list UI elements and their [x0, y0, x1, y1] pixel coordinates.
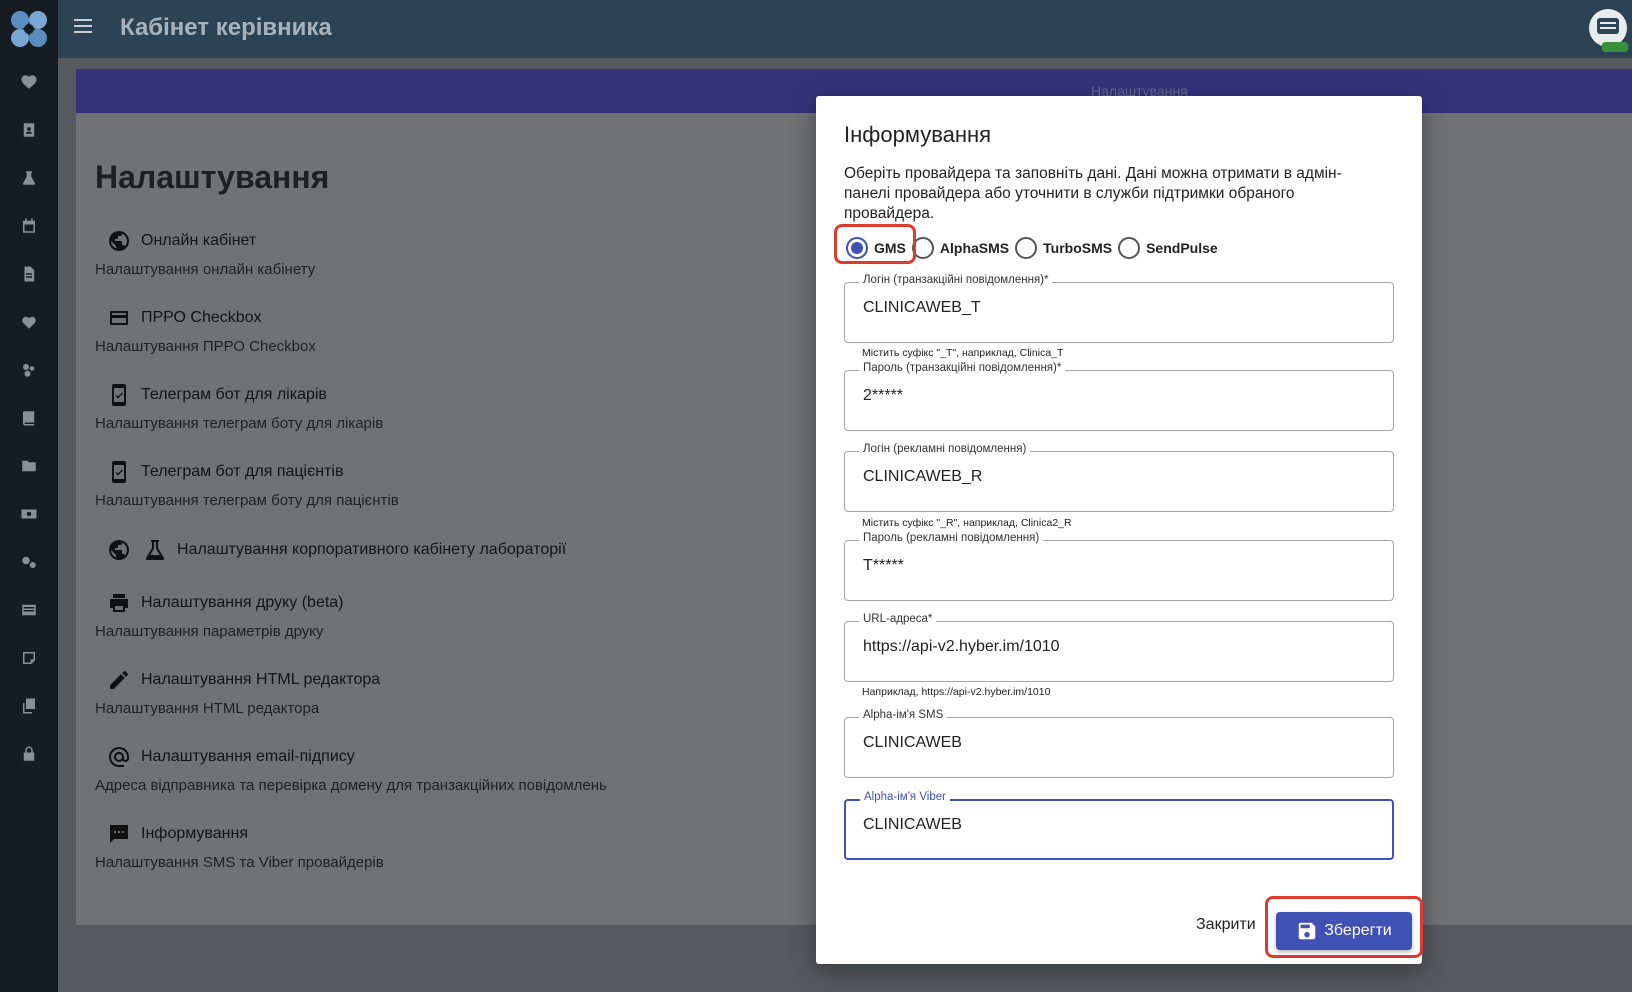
setting-print[interactable]: Налаштування друку (beta) Налаштування п…	[95, 589, 344, 640]
provider-radio-alphasms[interactable]: AlphaSMS	[911, 237, 1010, 259]
radio-label: SendPulse	[1146, 240, 1218, 256]
flask-icon[interactable]	[19, 168, 39, 188]
note-icon[interactable]	[19, 648, 39, 668]
url-field: URL-адреса*	[844, 613, 1394, 682]
setting-title: Налаштування корпоративного кабінету лаб…	[177, 541, 567, 558]
money-icon[interactable]	[19, 504, 39, 524]
folder-icon[interactable]	[19, 456, 39, 476]
setting-telegram-patients[interactable]: Телеграм бот для пацієнтів Налаштування …	[95, 458, 399, 509]
alpha-sms-field: Alpha-ім'я SMS	[844, 709, 1394, 778]
gears-icon[interactable]	[19, 552, 39, 572]
heart-icon[interactable]	[19, 72, 39, 92]
save-highlight-box	[1265, 896, 1423, 958]
provider-radio-sendpulse[interactable]: SendPulse	[1118, 237, 1218, 259]
setting-desc: Адреса відправника та перевірка домену д…	[95, 777, 607, 794]
login-advertising-field: Логін (рекламні повідомлення)	[844, 443, 1394, 512]
setting-title: Налаштування email-підпису	[141, 748, 355, 765]
setting-desc: Налаштування телеграм боту для лікарів	[95, 415, 384, 432]
radio-label: TurboSMS	[1043, 240, 1113, 256]
logo-icon[interactable]	[8, 8, 50, 50]
provider-radio-turbosms[interactable]: TurboSMS	[1015, 237, 1112, 259]
radio-label: AlphaSMS	[939, 240, 1010, 256]
dialog-title: Інформування	[844, 122, 992, 147]
calendar-icon[interactable]	[19, 216, 39, 236]
password-transactional-field: Пароль (транзакційні повідомлення)*	[844, 362, 1394, 431]
dialog-description: Оберіть провайдера та заповніть дані. Да…	[844, 165, 1342, 222]
field-label: Пароль (рекламні повідомлення)	[859, 532, 1044, 544]
field-help: Наприклад, https://api-v2.hyber.im/1010	[862, 686, 1051, 698]
setting-desc: Налаштування телеграм боту для пацієнтів	[95, 492, 399, 509]
flask-icon	[141, 536, 169, 564]
field-label: Пароль (транзакційні повідомлення)*	[859, 362, 1066, 374]
radio-unchecked-icon	[1015, 237, 1038, 259]
setting-desc: Налаштування HTML редактора	[95, 700, 320, 717]
close-button[interactable]: Закрити	[1196, 916, 1256, 934]
password-transactional-input[interactable]	[863, 387, 1373, 405]
setting-title: ПРРО Checkbox	[141, 309, 262, 326]
copy-icon[interactable]	[19, 696, 39, 716]
setting-title: Налаштування HTML редактора	[141, 671, 381, 688]
setting-title: Інформування	[141, 825, 248, 842]
setting-online-cabinet[interactable]: Онлайн кабінет Налаштування онлайн кабін…	[95, 227, 315, 278]
page-title: Налаштування	[95, 159, 330, 195]
password-advertising-input[interactable]	[863, 557, 1373, 575]
field-help: Містить суфікс "_T", наприклад, Clinica_…	[862, 347, 1064, 359]
field-label: Логін (транзакційні повідомлення)*	[859, 274, 1053, 286]
heart-pulse-icon[interactable]	[19, 312, 39, 332]
phone-check-icon	[105, 381, 133, 409]
molecules-icon[interactable]	[19, 360, 39, 380]
field-label: Alpha-ім'я Viber	[860, 791, 950, 803]
printer-icon	[105, 589, 133, 617]
field-label: URL-адреса*	[859, 613, 937, 625]
setting-html-editor[interactable]: Налаштування HTML редактора Налаштування…	[95, 666, 380, 717]
url-input[interactable]	[863, 638, 1373, 656]
list-icon[interactable]	[19, 600, 39, 620]
message-icon	[105, 820, 133, 848]
gms-highlight-box	[834, 224, 916, 264]
book-icon[interactable]	[19, 408, 39, 428]
globe-icon	[105, 227, 133, 255]
globe-icon	[105, 536, 133, 564]
setting-title: Телеграм бот для лікарів	[141, 386, 327, 403]
document-icon[interactable]	[19, 264, 39, 284]
contacts-icon[interactable]	[19, 120, 39, 140]
credit-card-icon	[105, 304, 133, 332]
setting-telegram-doctors[interactable]: Телеграм бот для лікарів Налаштування те…	[95, 381, 383, 432]
menu-icon[interactable]	[74, 19, 92, 37]
app-title: Кабінет керівника	[120, 14, 332, 41]
support-chat-icon[interactable]	[1588, 8, 1628, 52]
setting-desc: Налаштування ПРРО Checkbox	[95, 338, 316, 355]
setting-title: Онлайн кабінет	[141, 232, 257, 249]
top-bar: Кабінет керівника	[58, 0, 1632, 58]
radio-unchecked-icon	[1118, 237, 1141, 259]
alpha-viber-input[interactable]	[863, 816, 1373, 834]
setting-desc: Налаштування SMS та Viber провайдерів	[95, 854, 384, 871]
field-label: Логін (рекламні повідомлення)	[859, 443, 1031, 455]
password-advertising-field: Пароль (рекламні повідомлення)	[844, 532, 1394, 601]
login-transactional-input[interactable]	[863, 299, 1373, 317]
field-help: Містить суфікс "_R", наприклад, Clinica2…	[862, 517, 1072, 529]
notifications-dialog: Інформування Оберіть провайдера та запов…	[816, 96, 1423, 964]
setting-title: Налаштування друку (beta)	[141, 594, 344, 611]
setting-title: Телеграм бот для пацієнтів	[141, 463, 344, 480]
alpha-viber-field: Alpha-ім'я Viber	[844, 791, 1394, 860]
setting-notifications[interactable]: Інформування Налаштування SMS та Viber п…	[95, 820, 384, 871]
lock-icon[interactable]	[19, 744, 39, 764]
pencil-icon	[105, 666, 133, 694]
setting-desc: Налаштування параметрів друку	[95, 623, 324, 640]
phone-check-icon	[105, 458, 133, 486]
alpha-sms-input[interactable]	[863, 734, 1373, 752]
field-label: Alpha-ім'я SMS	[859, 709, 948, 721]
sidebar	[0, 0, 58, 992]
setting-prro-checkbox[interactable]: ПРРО Checkbox Налаштування ПРРО Checkbox	[95, 304, 316, 355]
login-transactional-field: Логін (транзакційні повідомлення)*	[844, 274, 1394, 343]
setting-email-signature[interactable]: Налаштування email-підпису Адреса відпра…	[95, 743, 607, 794]
at-sign-icon	[105, 743, 133, 771]
setting-desc: Налаштування онлайн кабінету	[95, 261, 316, 278]
login-advertising-input[interactable]	[863, 468, 1373, 486]
setting-lab-corporate[interactable]: Налаштування корпоративного кабінету лаб…	[95, 536, 566, 564]
